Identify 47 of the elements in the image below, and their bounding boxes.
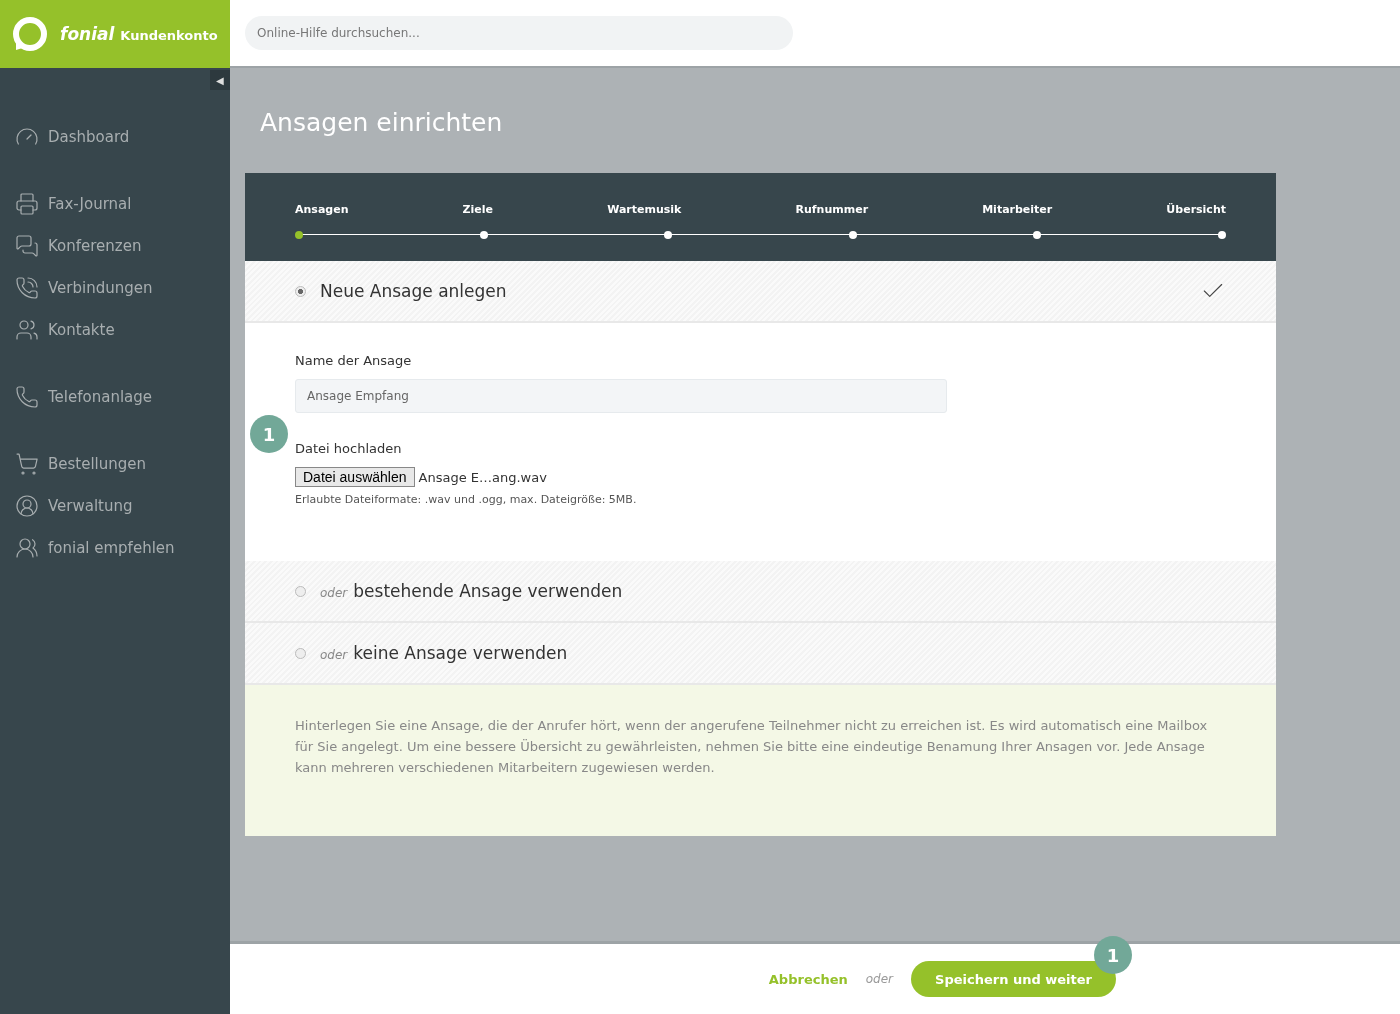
user-circle-icon bbox=[15, 494, 39, 518]
sidebar-item[interactable]: Fax-Journal bbox=[0, 183, 230, 225]
option-row[interactable]: oder bestehende Ansage verwenden bbox=[245, 561, 1276, 623]
step-label[interactable]: Ziele bbox=[462, 203, 494, 216]
step-label[interactable]: Übersicht bbox=[1166, 203, 1226, 216]
sidebar-item[interactable]: Konferenzen bbox=[0, 225, 230, 267]
desk-phone-icon bbox=[15, 385, 39, 409]
option-label: Neue Ansage anlegen bbox=[320, 281, 508, 301]
option-row[interactable]: oder keine Ansage verwenden bbox=[245, 623, 1276, 685]
sidebar-item[interactable]: Dashboard bbox=[0, 116, 230, 158]
step-label[interactable]: Rufnummer bbox=[795, 203, 869, 216]
search-field[interactable]: Online-Hilfe durchsuchen... bbox=[245, 16, 793, 50]
sidebar-item[interactable]: Telefonanlage bbox=[0, 376, 230, 418]
option-row[interactable]: Neue Ansage anlegen bbox=[245, 261, 1276, 323]
step-label[interactable]: Wartemusik bbox=[607, 203, 682, 216]
sidebar-item[interactable]: Verwaltung bbox=[0, 485, 230, 527]
logo-icon bbox=[12, 16, 48, 52]
field-label: Datei hochladen bbox=[295, 441, 403, 456]
step-label[interactable]: Mitarbeiter bbox=[982, 203, 1053, 216]
field-label: Name der Ansage bbox=[295, 353, 413, 368]
option-label: oder keine Ansage verwenden bbox=[320, 643, 569, 663]
file-button[interactable]: Datei auswählen bbox=[295, 467, 415, 487]
sidebar-item[interactable]: Kontakte bbox=[0, 309, 230, 351]
info-text: Hinterlegen Sie eine Ansage, die der Anrufer hört, wenn der angerufene Teilnehmer nicht zu erreichen ist. Es wird automatisch eine Mailbox für Sie angelegt. Um eine bessere Übersicht zu gewährleisten, nehmen Sie bitte eine eindeutige Benamung Ihrer Ansagen vor. Jede Ansage kann mehreren verschiedenen Mitarbeitern zugewiesen werden. bbox=[245, 685, 1276, 836]
hint-text: Erlaubte Dateiformate: .wav und .ogg, max. Dateigröße: 5MB. bbox=[295, 493, 638, 506]
radio-button[interactable] bbox=[295, 647, 306, 659]
step-marker: 1 bbox=[1094, 936, 1132, 974]
radio-button[interactable] bbox=[295, 285, 306, 297]
collapse-button[interactable]: ◀ bbox=[210, 70, 230, 90]
name-field[interactable]: Ansage Empfang bbox=[295, 379, 947, 413]
people-icon bbox=[15, 536, 39, 560]
cart-icon bbox=[15, 452, 39, 476]
radio-button[interactable] bbox=[295, 585, 306, 597]
printer-icon bbox=[15, 192, 39, 216]
brand-name: fonial Kundenkonto bbox=[60, 24, 218, 44]
phone-icon bbox=[15, 276, 39, 300]
sidebar-item[interactable]: Verbindungen bbox=[0, 267, 230, 309]
chat-bubbles-icon bbox=[15, 234, 39, 258]
or-text: oder bbox=[865, 972, 893, 986]
step-marker: 1 bbox=[250, 415, 288, 453]
sidebar-item[interactable]: Bestellungen bbox=[0, 443, 230, 485]
page-title: Ansagen einrichten bbox=[260, 108, 504, 137]
contacts-icon bbox=[15, 318, 39, 342]
file-name: Ansage E…ang.wav bbox=[418, 469, 547, 485]
option-label: oder bestehende Ansage verwenden bbox=[320, 581, 624, 601]
sidebar-item[interactable]: fonial empfehlen bbox=[0, 527, 230, 569]
step-label[interactable]: Ansagen bbox=[295, 203, 349, 216]
